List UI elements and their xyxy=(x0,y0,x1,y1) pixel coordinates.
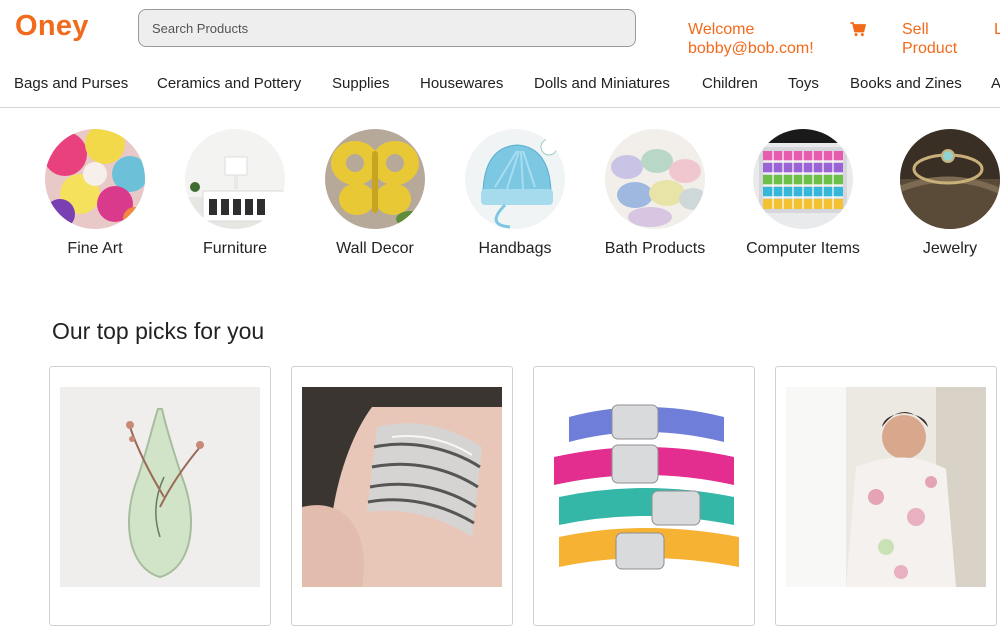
fine-art-image xyxy=(45,129,145,229)
sell-product-link[interactable]: Sell Product xyxy=(902,20,972,58)
category-furniture[interactable]: Furniture xyxy=(165,129,305,258)
product-card[interactable] xyxy=(291,366,513,626)
computer-items-image xyxy=(753,129,853,229)
sell-label: Sell xyxy=(902,21,929,38)
category-label: Jewelry xyxy=(922,240,978,257)
section-title: Our top picks for you xyxy=(52,318,265,344)
jewelry-image xyxy=(900,129,1000,229)
product-card[interactable] xyxy=(775,366,997,626)
bath-products-image xyxy=(605,129,705,229)
site-header: Oney Welcome bobby@bob.com! Sell Product… xyxy=(0,0,1000,64)
product-image-dog-collars xyxy=(544,387,744,587)
nav-item-truncated[interactable]: A xyxy=(991,75,1000,92)
nav-item-dolls-and-miniatures[interactable]: Dolls and Miniatures xyxy=(534,75,670,92)
nav-item-children[interactable]: Children xyxy=(702,75,758,92)
welcome-greeting: Welcome xyxy=(688,21,755,38)
nav-item-toys[interactable]: Toys xyxy=(788,75,819,92)
shopping-cart-icon[interactable] xyxy=(850,21,866,37)
category-fine-art[interactable]: Fine Art xyxy=(25,129,165,258)
product-card[interactable] xyxy=(49,366,271,626)
category-label: Fine Art xyxy=(67,240,123,257)
category-computer-items[interactable]: Computer Items xyxy=(733,129,873,258)
nav-item-ceramics-and-pottery[interactable]: Ceramics and Pottery xyxy=(157,75,301,92)
furniture-image xyxy=(185,129,285,229)
category-label: Computer Items xyxy=(746,240,860,257)
wall-decor-image xyxy=(325,129,425,229)
product-image-silver-ring xyxy=(302,387,502,587)
product-image-floral-robe xyxy=(786,387,986,587)
category-bath-products[interactable]: Bath Products xyxy=(585,129,725,258)
site-logo[interactable]: Oney xyxy=(15,10,89,43)
category-label: Furniture xyxy=(202,240,268,257)
category-handbags[interactable]: Handbags xyxy=(445,129,585,258)
category-label: Bath Products xyxy=(604,240,706,257)
nav-item-housewares[interactable]: Housewares xyxy=(420,75,503,92)
category-nav: Bags and Purses Ceramics and Pottery Sup… xyxy=(0,64,1000,108)
product-card[interactable] xyxy=(533,366,755,626)
nav-item-bags-and-purses[interactable]: Bags and Purses xyxy=(14,75,128,92)
welcome-user-email: bobby@bob.com! xyxy=(688,40,814,57)
product-image-glass-vase xyxy=(60,387,260,587)
welcome-message: Welcome bobby@bob.com! xyxy=(688,20,828,58)
nav-item-books-and-zines[interactable]: Books and Zines xyxy=(850,75,962,92)
category-label: Handbags xyxy=(478,240,552,257)
nav-item-supplies[interactable]: Supplies xyxy=(332,75,390,92)
category-label: Wall Decor xyxy=(336,240,414,257)
category-wall-decor[interactable]: Wall Decor xyxy=(305,129,445,258)
logout-link[interactable]: L xyxy=(994,20,1000,39)
search-input[interactable] xyxy=(138,9,636,47)
category-jewelry[interactable]: Jewelry xyxy=(880,129,1000,258)
product-label: Product xyxy=(902,40,958,57)
handbags-image xyxy=(465,129,565,229)
